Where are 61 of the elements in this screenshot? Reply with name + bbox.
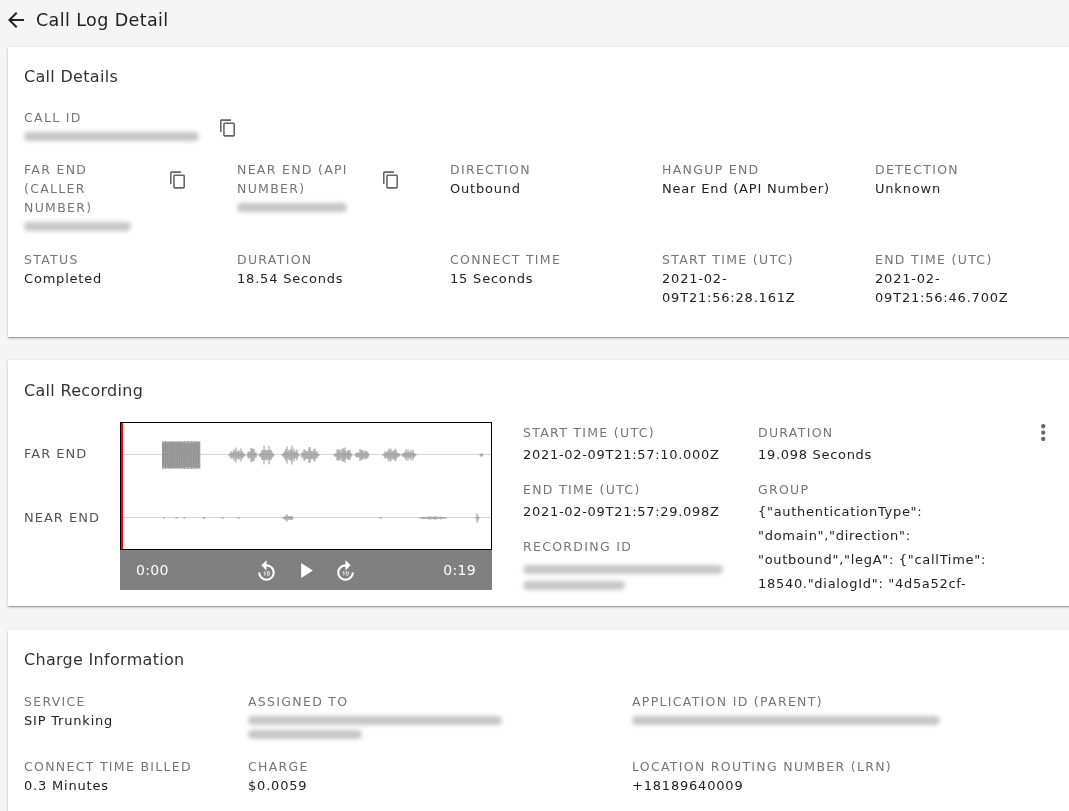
- card-title: Call Details: [24, 66, 120, 88]
- page-title: Call Log Detail: [36, 8, 169, 32]
- copy-icon: [220, 119, 235, 137]
- field-value: 0.3 Minutes: [24, 777, 110, 795]
- field-label: STATUS: [24, 251, 80, 269]
- more-options-icon: [1041, 424, 1046, 441]
- field-label: DURATION: [758, 424, 835, 442]
- field-value: 2021-02-09T21:57:29.098Z: [523, 503, 721, 521]
- total-time: 0:19: [443, 560, 476, 580]
- field-value: +18189640009: [632, 777, 745, 795]
- field-label: RECORDING ID: [523, 538, 634, 556]
- channel-label: NEAR END: [24, 509, 100, 528]
- current-time: 0:00: [136, 560, 169, 580]
- back-button[interactable]: [8, 12, 24, 28]
- field-label: DURATION: [237, 251, 314, 269]
- field-label: DIRECTION: [450, 161, 532, 179]
- field-value: Completed: [24, 270, 104, 288]
- field-label: FAR END (CALLER NUMBER): [24, 161, 94, 217]
- field-label: HANGUP END: [662, 161, 761, 179]
- field-value: {"authenticationType": "domain","direction": "outbound","legA": {"callTime": 18540."dialogId": "4d5a52cf-: [758, 503, 987, 593]
- copy-icon: [170, 171, 185, 189]
- field-label: START TIME (UTC): [662, 251, 795, 269]
- field-value: 2021-02-09T21:56:46.700Z: [875, 270, 1010, 307]
- field-value: Outbound: [450, 180, 522, 198]
- field-label: GROUP: [758, 481, 811, 499]
- field-value: Near End (API Number): [662, 180, 831, 198]
- copy-icon: [383, 171, 398, 189]
- field-label: END TIME (UTC): [875, 251, 994, 269]
- rewind-10-button[interactable]: [258, 559, 275, 581]
- field-value: 19.098 Seconds: [758, 446, 874, 464]
- field-label: NEAR END (API NUMBER): [237, 161, 349, 198]
- play-button[interactable]: [301, 562, 313, 578]
- copy-button[interactable]: [170, 171, 185, 189]
- field-value: $0.0059: [248, 777, 309, 795]
- field-label: CHARGE: [248, 758, 310, 776]
- forward-10-button[interactable]: [337, 559, 354, 581]
- back-arrow-icon: [8, 12, 24, 28]
- copy-button[interactable]: [220, 119, 235, 137]
- field-value: Unknown: [875, 180, 942, 198]
- field-label: ASSIGNED TO: [248, 692, 350, 711]
- field-value: 15 Seconds: [450, 270, 535, 288]
- field-label: START TIME (UTC): [523, 424, 656, 442]
- field-value: SIP Trunking: [24, 711, 115, 730]
- field-label: CONNECT TIME: [450, 251, 563, 269]
- card-title: Call Recording: [24, 380, 145, 402]
- field-value: 2021-02-09T21:56:28.161Z: [662, 270, 797, 307]
- field-label: APPLICATION ID (PARENT): [632, 692, 824, 711]
- forward-10-icon: [337, 559, 354, 581]
- channel-label: FAR END: [24, 445, 88, 464]
- rewind-10-icon: [258, 559, 275, 581]
- field-label: CALL ID: [24, 109, 83, 127]
- field-value: 2021-02-09T21:57:10.000Z: [523, 446, 721, 464]
- field-label: SERVICE: [24, 692, 87, 711]
- field-label: END TIME (UTC): [523, 481, 642, 499]
- field-label: CONNECT TIME BILLED: [24, 758, 193, 776]
- play-icon: [301, 562, 313, 578]
- field-label: DETECTION: [875, 161, 960, 179]
- field-value: 18.54 Seconds: [237, 270, 345, 288]
- card-title: Charge Information: [24, 649, 186, 671]
- copy-button[interactable]: [383, 171, 398, 189]
- field-label: LOCATION ROUTING NUMBER (LRN): [632, 758, 894, 776]
